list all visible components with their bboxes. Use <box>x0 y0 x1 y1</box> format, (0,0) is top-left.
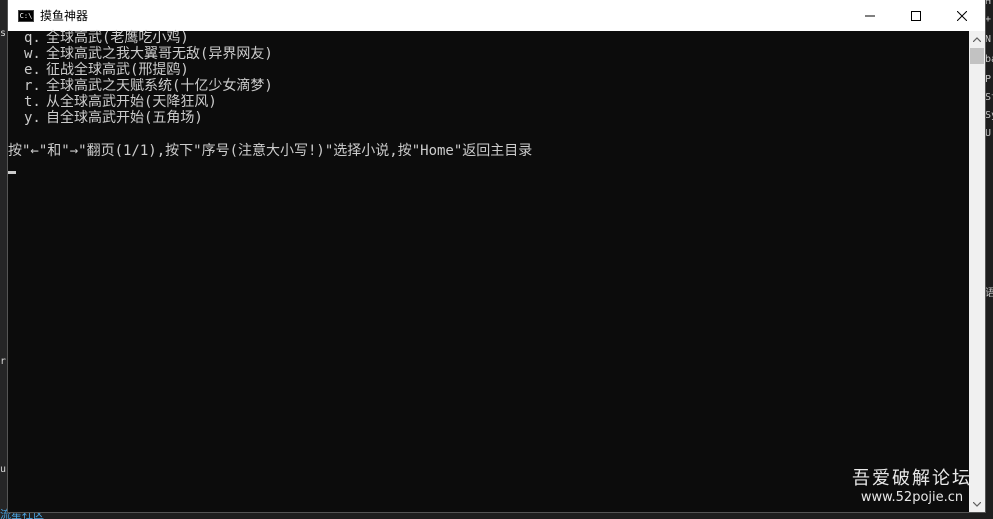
prompt-text: 按"←"和"→"翻页(1/1),按下"序号(注意大小写!)"选择小说,按"Hom… <box>8 143 533 159</box>
menu-item-label: 全球高武之天赋系统(十亿少女滴梦) <box>46 78 273 94</box>
background-fragment: H <box>985 0 992 7</box>
minimize-icon <box>865 15 875 16</box>
background-fragment: + <box>985 14 992 25</box>
background-fragment: ba <box>985 54 993 65</box>
menu-item-key: t. <box>24 94 41 110</box>
menu-item-key: r. <box>24 78 41 94</box>
menu-item-label: 全球高武之我大翼哥无敌(异界网友) <box>46 46 273 62</box>
menu-item-label: 征战全球高武(邢提鸥) <box>46 62 189 78</box>
menu-item-key: q. <box>24 30 41 46</box>
minimize-button[interactable] <box>847 0 893 31</box>
close-button[interactable] <box>939 0 985 31</box>
menu-item-label: 全球高武(老鹰吃小鸡) <box>46 30 189 46</box>
menu-item-e: e. 征战全球高武(邢提鸥) <box>24 62 189 79</box>
menu-item-t: t. 从全球高武开始(天降狂风) <box>24 94 217 111</box>
vertical-scrollbar[interactable] <box>969 31 985 512</box>
chevron-down-icon <box>973 501 981 507</box>
maximize-icon <box>911 10 921 21</box>
background-fragment: St <box>985 92 993 103</box>
text-cursor <box>8 171 16 174</box>
chevron-up-icon <box>973 36 981 42</box>
background-fragment: 语 <box>985 288 993 299</box>
close-icon <box>957 10 967 21</box>
menu-item-w: w. 全球高武之我大翼哥无敌(异界网友) <box>24 46 273 63</box>
console-window[interactable]: C:\ 摸鱼神器 q. 全球高武(老鹰吃小鸡) w. 全球高武之我大翼哥无敌(异… <box>8 0 985 512</box>
menu-item-key: w. <box>24 46 41 62</box>
menu-item-key: y. <box>24 110 41 126</box>
menu-item-key: e. <box>24 62 41 78</box>
console-output[interactable]: q. 全球高武(老鹰吃小鸡) w. 全球高武之我大翼哥无敌(异界网友) e. 征战全球… <box>8 30 969 512</box>
maximize-button[interactable] <box>893 0 939 31</box>
background-fragment: N <box>985 34 992 45</box>
console-app-icon[interactable]: C:\ <box>18 9 34 22</box>
background-fragment: s <box>0 28 7 39</box>
background-fragment: P <box>985 74 992 85</box>
menu-item-r: r. 全球高武之天赋系统(十亿少女滴梦) <box>24 78 273 95</box>
background-editor-left: s r ur <box>0 0 12 519</box>
background-fragment: Sy <box>985 110 993 121</box>
scroll-thumb[interactable] <box>970 48 984 64</box>
window-title: 摸鱼神器 <box>40 9 89 23</box>
background-fragment: U <box>985 128 992 139</box>
desktop: s r ur H + N ba P St Sy U 语 流星社区 C:\ 摸鱼神… <box>0 0 993 519</box>
scroll-up-button[interactable] <box>969 31 985 47</box>
scroll-down-button[interactable] <box>969 496 985 512</box>
menu-item-q: q. 全球高武(老鹰吃小鸡) <box>24 30 189 47</box>
window-controls <box>847 0 985 31</box>
title-bar[interactable]: C:\ 摸鱼神器 <box>8 0 985 31</box>
background-editor-right: H + N ba P St Sy U 语 <box>985 0 993 519</box>
menu-item-label: 自全球高武开始(五角场) <box>46 110 203 126</box>
background-fragment: r <box>0 356 7 367</box>
menu-item-label: 从全球高武开始(天降狂风) <box>46 94 217 110</box>
menu-item-y: y. 自全球高武开始(五角场) <box>24 110 203 127</box>
